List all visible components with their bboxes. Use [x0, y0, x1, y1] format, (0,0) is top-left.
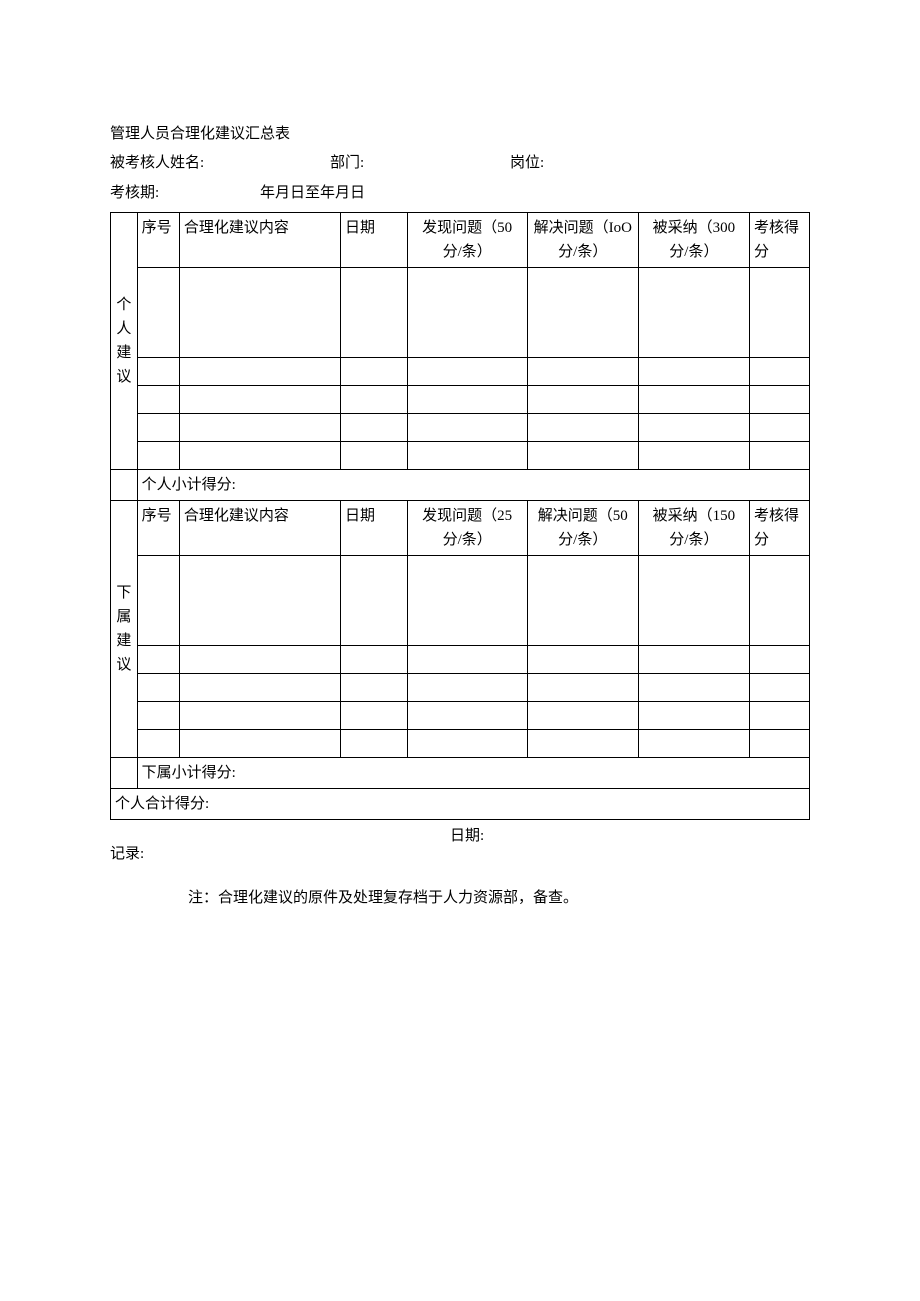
col-adopt: 被采纳（150 分/条） — [638, 500, 749, 555]
table-row — [111, 385, 810, 413]
table-row — [111, 441, 810, 469]
info-row-1: 被考核人姓名: 部门: 岗位: — [110, 149, 810, 178]
period-text: 年月日至年月日 — [260, 179, 365, 208]
grand-total: 个人合计得分: — [111, 788, 810, 819]
footer-date-label: 日期: — [450, 822, 810, 869]
table-row — [111, 555, 810, 645]
col-date: 日期 — [341, 212, 408, 267]
section2-subtotal: 下属小计得分: — [137, 757, 809, 788]
info-row-2: 考核期: 年月日至年月日 — [110, 179, 810, 208]
col-solve: 解决问题（50 分/条） — [527, 500, 638, 555]
section1-subtotal: 个人小计得分: — [137, 469, 809, 500]
name-label: 被考核人姓名: — [110, 149, 330, 178]
section2-subtotal-row: 下属小计得分: — [111, 757, 810, 788]
grand-total-row: 个人合计得分: — [111, 788, 810, 819]
table-row — [111, 413, 810, 441]
recorder-label: 记录: — [110, 822, 450, 869]
table-row — [111, 701, 810, 729]
col-solve: 解决问题（IoO 分/条） — [527, 212, 638, 267]
col-seq: 序号 — [137, 212, 179, 267]
table-row — [111, 673, 810, 701]
col-date: 日期 — [341, 500, 408, 555]
col-seq: 序号 — [137, 500, 179, 555]
table-row — [111, 267, 810, 357]
footnote: 注：合理化建议的原件及处理复存档于人力资源部，备查。 — [110, 884, 810, 913]
table-row — [111, 645, 810, 673]
post-label: 岗位: — [510, 149, 660, 178]
table-row — [111, 357, 810, 385]
col-score: 考核得分 — [749, 500, 809, 555]
footer-row: 记录: 日期: — [110, 822, 810, 869]
section1-label: 个人建议 — [111, 212, 138, 469]
suggestion-table: 个人建议 序号 合理化建议内容 日期 发现问题（50 分/条） 解决问题（IoO… — [110, 212, 810, 820]
section1-subtotal-row: 个人小计得分: — [111, 469, 810, 500]
dept-label: 部门: — [330, 149, 510, 178]
section1-header-row: 个人建议 序号 合理化建议内容 日期 发现问题（50 分/条） 解决问题（IoO… — [111, 212, 810, 267]
section2-label: 下属建议 — [111, 500, 138, 757]
section2-header-row: 下属建议 序号 合理化建议内容 日期 发现问题（25 分/条） 解决问题（50 … — [111, 500, 810, 555]
table-row — [111, 729, 810, 757]
col-content: 合理化建议内容 — [179, 500, 340, 555]
doc-title: 管理人员合理化建议汇总表 — [110, 120, 810, 149]
col-find: 发现问题（25 分/条） — [407, 500, 527, 555]
col-adopt: 被采纳（300 分/条） — [638, 212, 749, 267]
period-label: 考核期: — [110, 179, 260, 208]
col-find: 发现问题（50 分/条） — [407, 212, 527, 267]
col-score: 考核得分 — [749, 212, 809, 267]
col-content: 合理化建议内容 — [179, 212, 340, 267]
